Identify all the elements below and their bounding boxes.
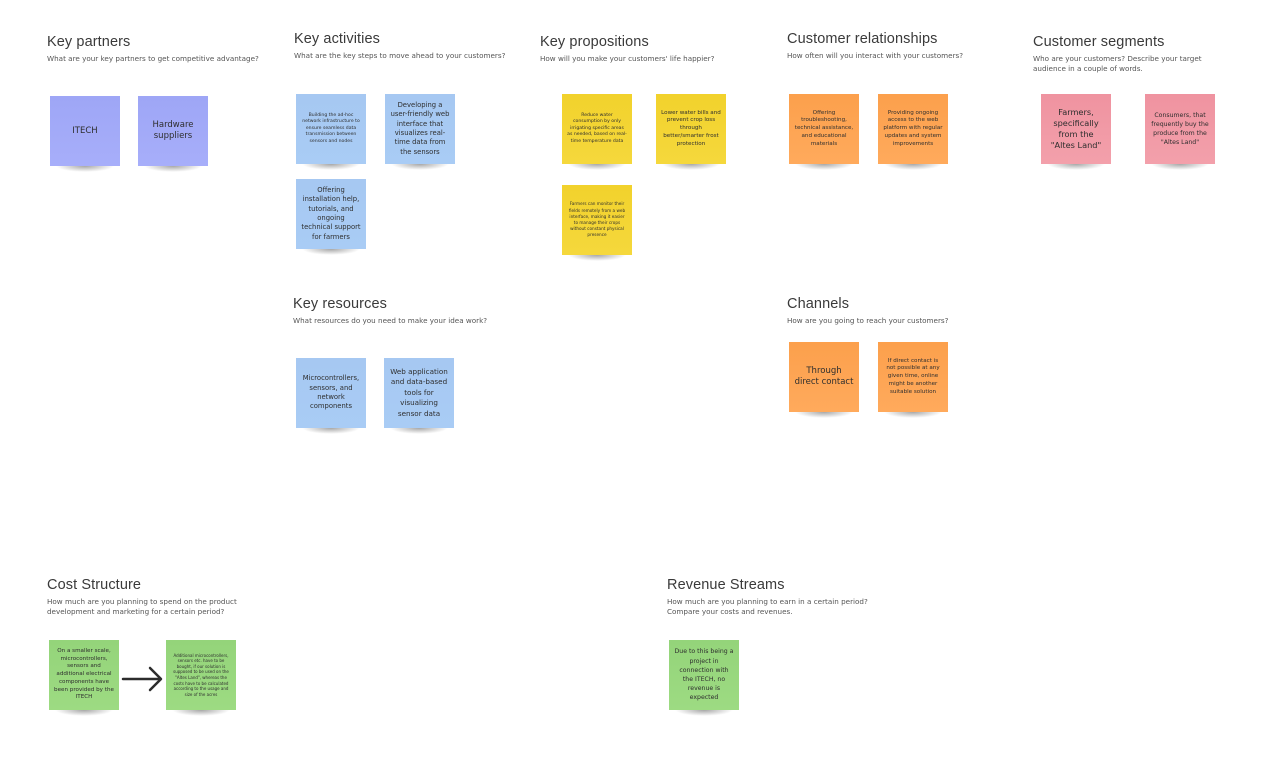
sticky-note[interactable]: Through direct contact bbox=[789, 342, 859, 418]
sticky-note[interactable]: Providing ongoing access to the web plat… bbox=[878, 94, 948, 170]
section-subtitle: Who are your customers? Describe your ta… bbox=[1033, 54, 1202, 73]
arrow-right-icon[interactable] bbox=[121, 665, 165, 693]
sticky-note-text: Providing ongoing access to the web plat… bbox=[883, 109, 943, 147]
sticky-note[interactable]: Offering installation help, tutorials, a… bbox=[296, 179, 366, 255]
section-title: Customer segments bbox=[1033, 34, 1165, 50]
sticky-note-text: Offering installation help, tutorials, a… bbox=[301, 185, 361, 241]
sticky-note[interactable]: Developing a user-friendly web interface… bbox=[385, 94, 455, 170]
sticky-note[interactable]: Farmers, specifically from the "Altes La… bbox=[1041, 94, 1111, 170]
sticky-note-text: Offering troubleshooting, technical assi… bbox=[794, 109, 854, 147]
sticky-note-text: Farmers, specifically from the "Altes La… bbox=[1050, 107, 1102, 150]
sticky-note[interactable]: Reduce water consumption by only irrigat… bbox=[562, 94, 632, 170]
sticky-note-text: Microcontrollers, sensors, and network c… bbox=[302, 374, 360, 411]
section-key-activities: Key activities What are the key steps to… bbox=[294, 31, 514, 61]
sticky-note-text: Reduce water consumption by only irrigat… bbox=[567, 112, 627, 144]
section-key-propositions: Key propositions How will you make your … bbox=[540, 34, 760, 64]
sticky-note[interactable]: Offering troubleshooting, technical assi… bbox=[789, 94, 859, 170]
section-channels: Channels How are you going to reach your… bbox=[787, 296, 1007, 326]
sticky-note-text: Lower water bills and prevent crop loss … bbox=[661, 109, 721, 147]
section-key-resources: Key resources What resources do you need… bbox=[293, 296, 513, 326]
sticky-note[interactable]: Microcontrollers, sensors, and network c… bbox=[296, 358, 366, 434]
section-title: Revenue Streams bbox=[667, 577, 785, 593]
section-subtitle: How will you make your customers' life h… bbox=[540, 54, 715, 63]
section-title: Key activities bbox=[294, 31, 381, 47]
sticky-note[interactable]: ITECH bbox=[50, 96, 120, 172]
sticky-note[interactable]: Due to this being a project in connectio… bbox=[669, 640, 739, 716]
sticky-note-text: ITECH bbox=[72, 125, 98, 136]
sticky-note[interactable]: Farmers can monitor their fields remotel… bbox=[562, 185, 632, 261]
sticky-note[interactable]: If direct contact is not possible at any… bbox=[878, 342, 948, 418]
sticky-note[interactable]: Hardware suppliers bbox=[138, 96, 208, 172]
section-title: Key propositions bbox=[540, 34, 649, 50]
section-revenue-streams: Revenue Streams How much are you plannin… bbox=[667, 577, 877, 617]
sticky-note-text: Web application and data-based tools for… bbox=[390, 366, 448, 418]
section-cost-structure: Cost Structure How much are you planning… bbox=[47, 577, 247, 617]
sticky-note-text: Consumers, that frequently buy the produ… bbox=[1151, 111, 1209, 147]
sticky-note[interactable]: On a smaller scale, microcontrollers, se… bbox=[49, 640, 119, 716]
sticky-note-text: Farmers can monitor their fields remotel… bbox=[568, 201, 626, 238]
sticky-note[interactable]: Web application and data-based tools for… bbox=[384, 358, 454, 434]
sticky-note[interactable]: Additional microcontrollers, sensors etc… bbox=[166, 640, 236, 716]
sticky-note-text: On a smaller scale, microcontrollers, se… bbox=[54, 647, 114, 701]
sticky-note-text: Through direct contact bbox=[794, 366, 854, 387]
sticky-note-text: If direct contact is not possible at any… bbox=[886, 357, 940, 395]
sticky-note[interactable]: Building the ad-hoc network infrastructu… bbox=[296, 94, 366, 170]
section-title: Cost Structure bbox=[47, 577, 142, 593]
sticky-note-text: Building the ad-hoc network infrastructu… bbox=[302, 112, 360, 144]
section-customer-relationships: Customer relationships How often will yo… bbox=[787, 31, 1007, 61]
sticky-note-text: Due to this being a project in connectio… bbox=[674, 648, 734, 702]
section-title: Customer relationships bbox=[787, 31, 938, 47]
section-subtitle: What are the key steps to move ahead to … bbox=[294, 51, 506, 60]
sticky-note[interactable]: Lower water bills and prevent crop loss … bbox=[656, 94, 726, 170]
section-title: Key resources bbox=[293, 296, 387, 312]
section-title: Channels bbox=[787, 296, 850, 312]
section-subtitle: How are you going to reach your customer… bbox=[787, 316, 949, 325]
sticky-note-text: Additional microcontrollers, sensors etc… bbox=[173, 652, 229, 697]
section-customer-segments: Customer segments Who are your customers… bbox=[1033, 34, 1213, 74]
section-subtitle: What are your key partners to get compet… bbox=[47, 54, 259, 63]
section-subtitle: How much are you planning to spend on th… bbox=[47, 597, 237, 616]
section-title: Key partners bbox=[47, 34, 131, 50]
sticky-note[interactable]: Consumers, that frequently buy the produ… bbox=[1145, 94, 1215, 170]
section-subtitle: How often will you interact with your cu… bbox=[787, 51, 964, 60]
sticky-note-text: Hardware suppliers bbox=[152, 120, 194, 141]
sticky-note-text: Developing a user-friendly web interface… bbox=[390, 100, 450, 156]
section-subtitle: How much are you planning to earn in a c… bbox=[667, 597, 868, 616]
section-key-partners: Key partners What are your key partners … bbox=[47, 34, 267, 64]
section-subtitle: What resources do you need to make your … bbox=[293, 316, 488, 325]
